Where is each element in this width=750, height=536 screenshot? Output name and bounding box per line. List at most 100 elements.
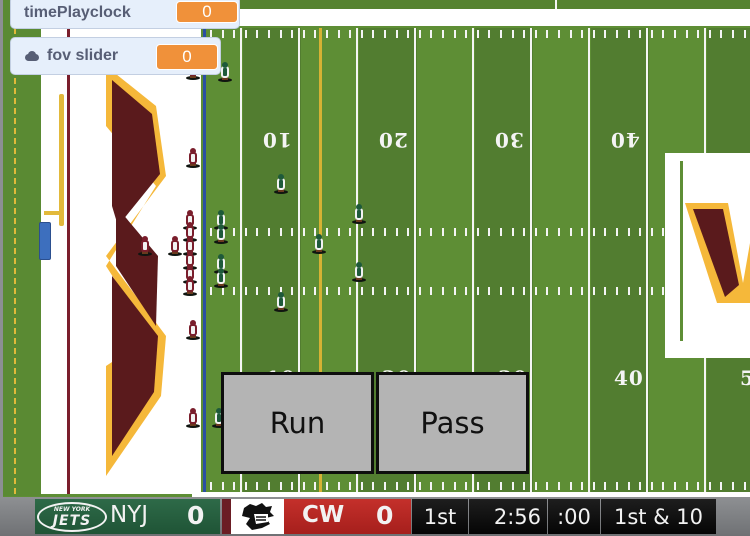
hash-mark [407, 228, 409, 236]
hash-mark [326, 228, 328, 236]
hash-mark [314, 482, 316, 490]
hash-mark [570, 30, 572, 38]
hash-mark [570, 228, 572, 236]
hash-mark [396, 30, 398, 38]
hash-mark [593, 287, 595, 295]
home-team-border [222, 499, 231, 534]
hash-mark [430, 482, 432, 490]
hash-mark [349, 30, 351, 38]
home-player-sprite [186, 408, 200, 428]
run-play-button[interactable]: Run [221, 372, 374, 474]
player-helmet [218, 224, 224, 230]
hash-mark [581, 228, 583, 236]
game-stage: 10 20 30 40 10 20 30 40 5 Run Pass timeP… [0, 0, 750, 536]
away-player-sprite [214, 268, 228, 288]
monitor-value: 0 [176, 1, 238, 23]
far-sideline [238, 0, 750, 9]
hash-mark [512, 228, 514, 236]
hash-mark [546, 228, 548, 236]
away-player-sprite [274, 292, 288, 312]
hash-mark [372, 30, 374, 38]
monitor-label: fov slider [47, 47, 119, 64]
hash-mark [488, 228, 490, 236]
hash-mark [245, 482, 247, 490]
hash-mark [256, 30, 258, 38]
hash-mark [744, 482, 746, 490]
hash-marks-sideline-top [206, 30, 750, 38]
goalpost-pad [39, 222, 51, 260]
hash-mark [697, 482, 699, 490]
hash-mark [697, 30, 699, 38]
hash-mark [500, 482, 502, 490]
away-team-abbr: NYJ [110, 502, 149, 528]
hash-mark [454, 287, 456, 295]
yard-line [588, 28, 590, 494]
hash-mark [454, 30, 456, 38]
hash-mark [581, 482, 583, 490]
hash-mark [222, 30, 224, 38]
hash-mark [651, 287, 653, 295]
hash-mark [535, 228, 537, 236]
hash-mark [570, 482, 572, 490]
hash-mark [616, 30, 618, 38]
hash-mark [523, 482, 525, 490]
hash-mark [430, 228, 432, 236]
hash-mark [546, 30, 548, 38]
hash-mark [361, 287, 363, 295]
hash-mark [512, 30, 514, 38]
home-team-score: 0 [376, 501, 394, 530]
hash-mark [570, 287, 572, 295]
hash-mark [280, 228, 282, 236]
hash-mark [535, 482, 537, 490]
hash-mark [210, 228, 212, 236]
team-w-logo-icon [685, 203, 750, 303]
hash-mark [465, 30, 467, 38]
hash-mark [222, 287, 224, 295]
yard-number: 40 [614, 366, 644, 390]
hash-mark [674, 30, 676, 38]
hash-mark [326, 30, 328, 38]
hash-mark [604, 482, 606, 490]
quarter-display: 1st [412, 499, 468, 534]
hash-mark [500, 287, 502, 295]
hash-mark [686, 30, 688, 38]
player-helmet [172, 236, 178, 242]
hash-mark [593, 30, 595, 38]
hash-mark [430, 30, 432, 38]
hash-mark [396, 482, 398, 490]
pass-play-button[interactable]: Pass [376, 372, 529, 474]
player-helmet [187, 222, 193, 228]
home-player-sprite [138, 236, 152, 256]
player-helmet [190, 408, 196, 414]
hash-mark [628, 228, 630, 236]
hash-mark [616, 228, 618, 236]
hash-mark [477, 30, 479, 38]
line-of-scrimmage [203, 28, 206, 494]
yard-number: 5 [740, 366, 750, 390]
hash-mark [419, 482, 421, 490]
hash-mark [372, 287, 374, 295]
hash-mark [442, 30, 444, 38]
yard-number: 40 [610, 128, 640, 152]
hash-mark [268, 287, 270, 295]
player-helmet [218, 210, 224, 216]
hash-mark [303, 30, 305, 38]
hash-mark [488, 482, 490, 490]
hash-mark [662, 482, 664, 490]
hash-mark [442, 287, 444, 295]
hash-mark [384, 482, 386, 490]
hash-mark [338, 30, 340, 38]
hash-mark [639, 30, 641, 38]
far-sideline-border [238, 9, 750, 26]
player-helmet [190, 320, 196, 326]
hash-mark [651, 228, 653, 236]
hash-mark [233, 482, 235, 490]
away-player-sprite [214, 224, 228, 244]
hash-mark [361, 482, 363, 490]
hash-mark [488, 30, 490, 38]
hash-mark [465, 287, 467, 295]
game-clock-display: 2:56 [469, 499, 547, 534]
hash-mark [338, 482, 340, 490]
hash-mark [604, 228, 606, 236]
hash-mark [291, 287, 293, 295]
